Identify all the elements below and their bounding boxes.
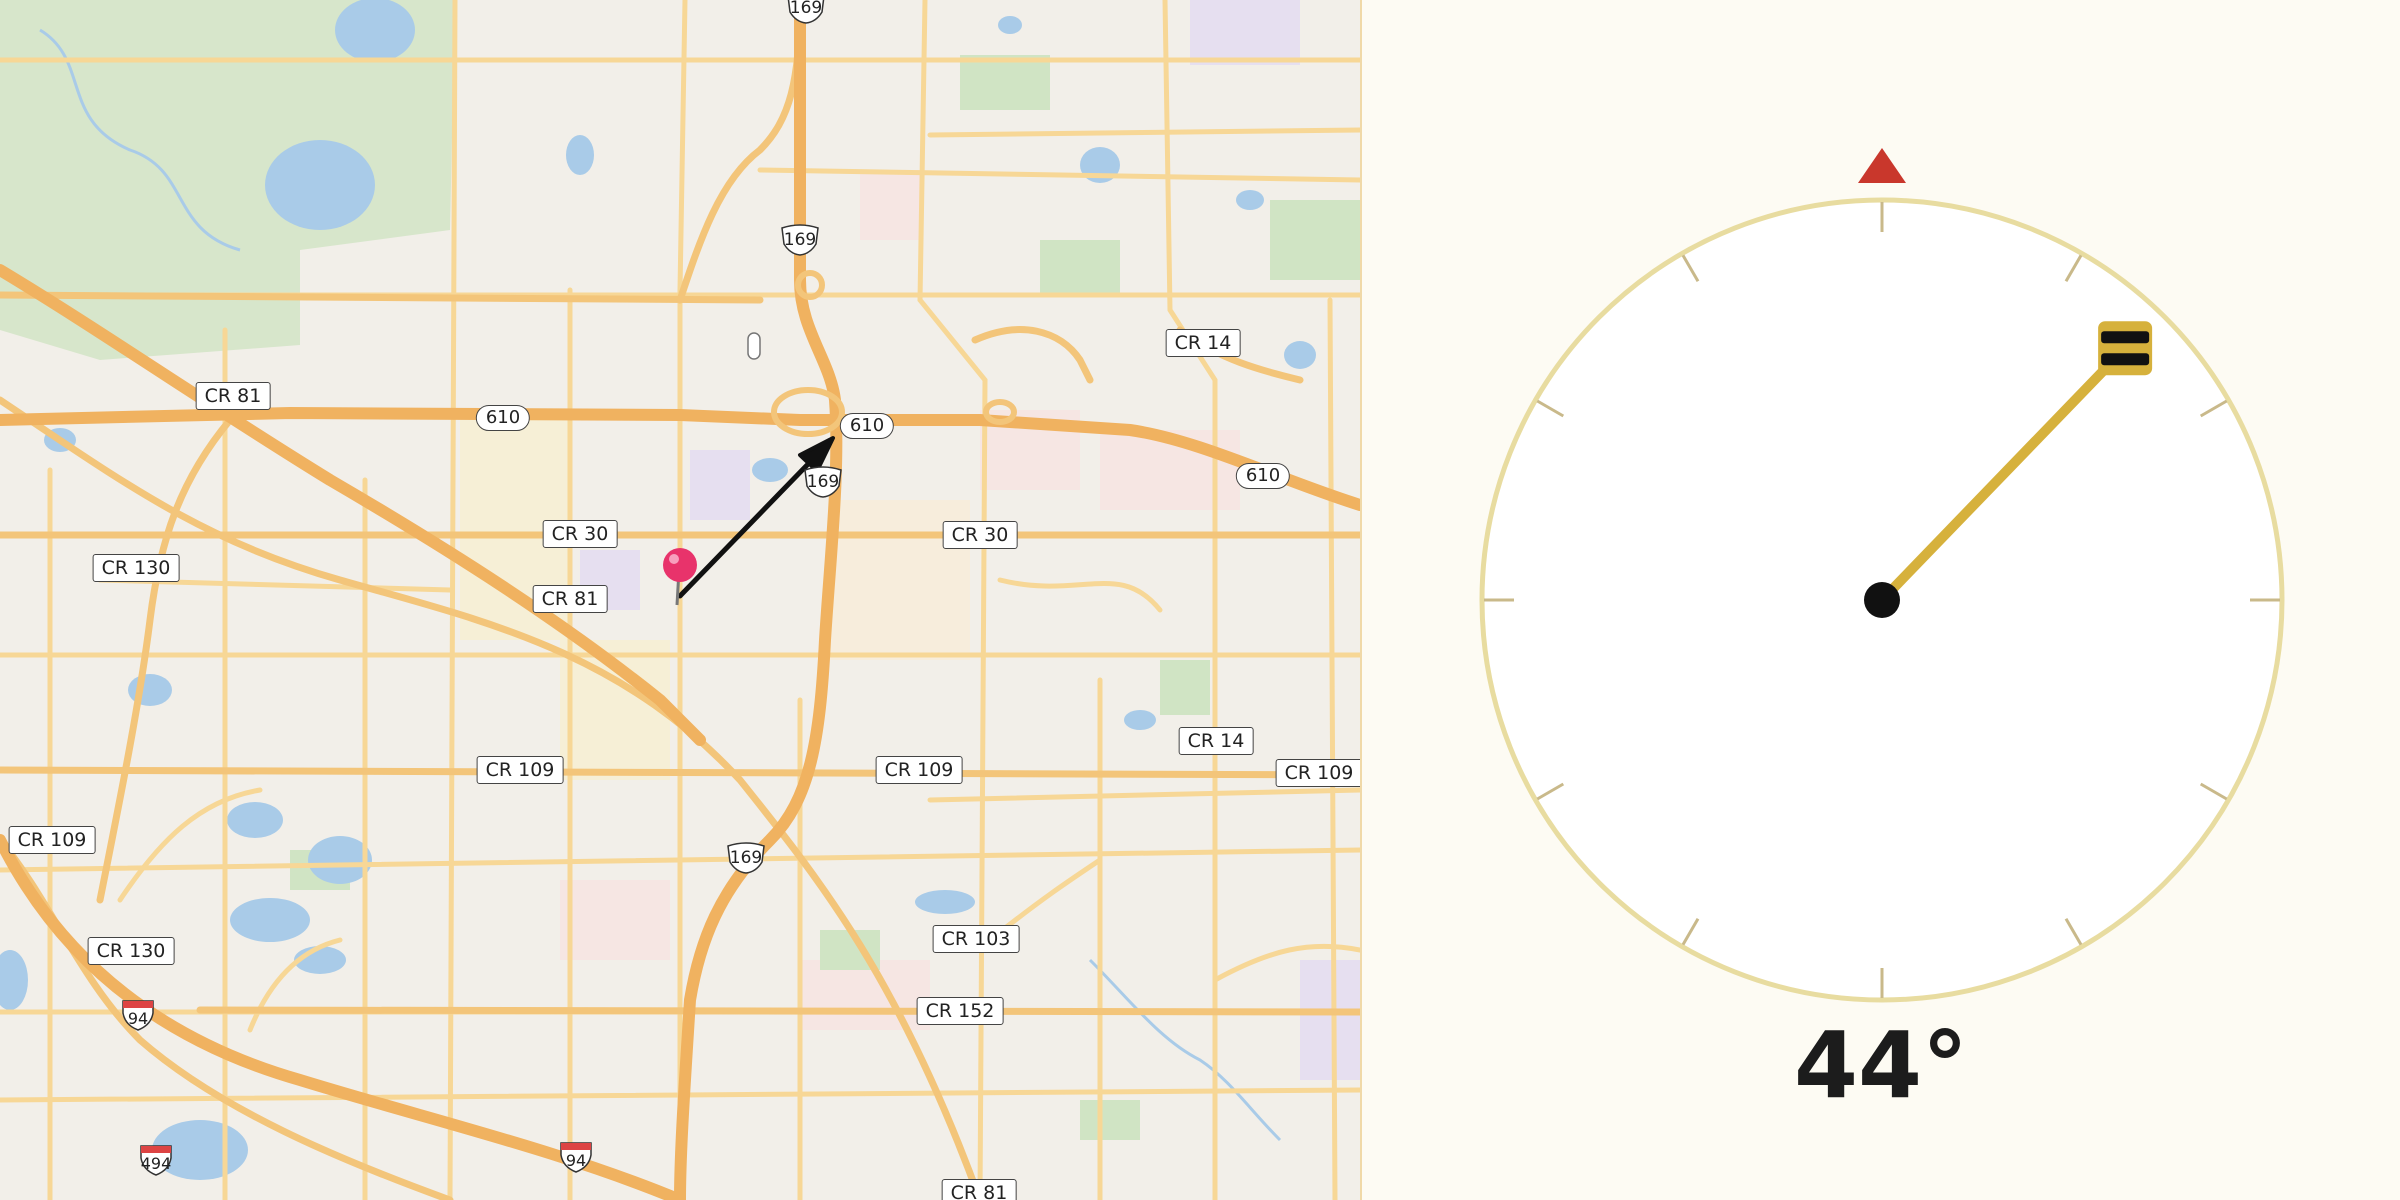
park-area — [1080, 1100, 1140, 1140]
commercial-area — [860, 170, 920, 240]
us-169-shield: 169 — [726, 842, 766, 874]
road-label: CR 103 — [932, 925, 1020, 953]
road-label: CR 130 — [87, 937, 175, 965]
compass-panel: 44° — [1362, 0, 2400, 1200]
map-small-badge — [747, 332, 761, 360]
lake — [265, 140, 375, 230]
interstate-94-shield: 94 — [121, 999, 155, 1031]
residential-area — [1300, 960, 1360, 1080]
road-label: CR 152 — [916, 997, 1004, 1025]
road-label: CR 81 — [941, 1179, 1017, 1200]
road-label: CR 81 — [195, 382, 271, 410]
road-label: CR 109 — [8, 826, 96, 854]
residential-area — [1190, 0, 1300, 65]
lake — [1284, 341, 1316, 369]
lake — [0, 950, 28, 1010]
park-area — [1160, 660, 1210, 715]
lake — [230, 898, 310, 942]
map-canvas — [0, 0, 1360, 1200]
interstate-94-shield: 94 — [559, 1141, 593, 1173]
road-label: CR 109 — [476, 756, 564, 784]
lake — [998, 16, 1022, 34]
us-169-shield: 169 — [786, 0, 826, 24]
map-view[interactable]: CR 81 CR 14 CR 30 CR 130 CR 81 CR 30 CR … — [0, 0, 1360, 1200]
road-label: CR 30 — [542, 520, 618, 548]
lake — [752, 458, 788, 482]
commercial-area — [560, 880, 670, 960]
needle-handle-icon[interactable] — [2098, 321, 2153, 376]
road-label: CR 109 — [1275, 759, 1360, 787]
road-label: CR 130 — [92, 554, 180, 582]
lake — [335, 0, 415, 62]
lake — [1124, 710, 1156, 730]
north-marker-icon — [1858, 148, 1906, 183]
us-169-shield: 169 — [803, 466, 843, 498]
bearing-readout: 44° — [1793, 1012, 1969, 1119]
interstate-494-shield: 494 — [139, 1144, 173, 1176]
road-label: CR 81 — [532, 585, 608, 613]
residential-area — [690, 450, 750, 520]
route-610-shield: 610 — [475, 405, 531, 431]
park-area — [1040, 240, 1120, 295]
commercial-area — [800, 960, 930, 1030]
route-610-shield: 610 — [839, 413, 895, 439]
us-169-shield: 169 — [780, 224, 820, 256]
lake — [308, 836, 372, 884]
road-label: CR 14 — [1178, 727, 1254, 755]
lake — [1236, 190, 1264, 210]
road-label: CR 30 — [942, 521, 1018, 549]
park-area — [1270, 200, 1360, 280]
park-area — [960, 55, 1050, 110]
route-610-shield: 610 — [1235, 463, 1291, 489]
road-label: CR 109 — [875, 756, 963, 784]
lake — [566, 135, 594, 175]
lake — [915, 890, 975, 914]
road-label: CR 14 — [1165, 329, 1241, 357]
needle-pivot — [1864, 582, 1900, 618]
lake — [227, 802, 283, 838]
